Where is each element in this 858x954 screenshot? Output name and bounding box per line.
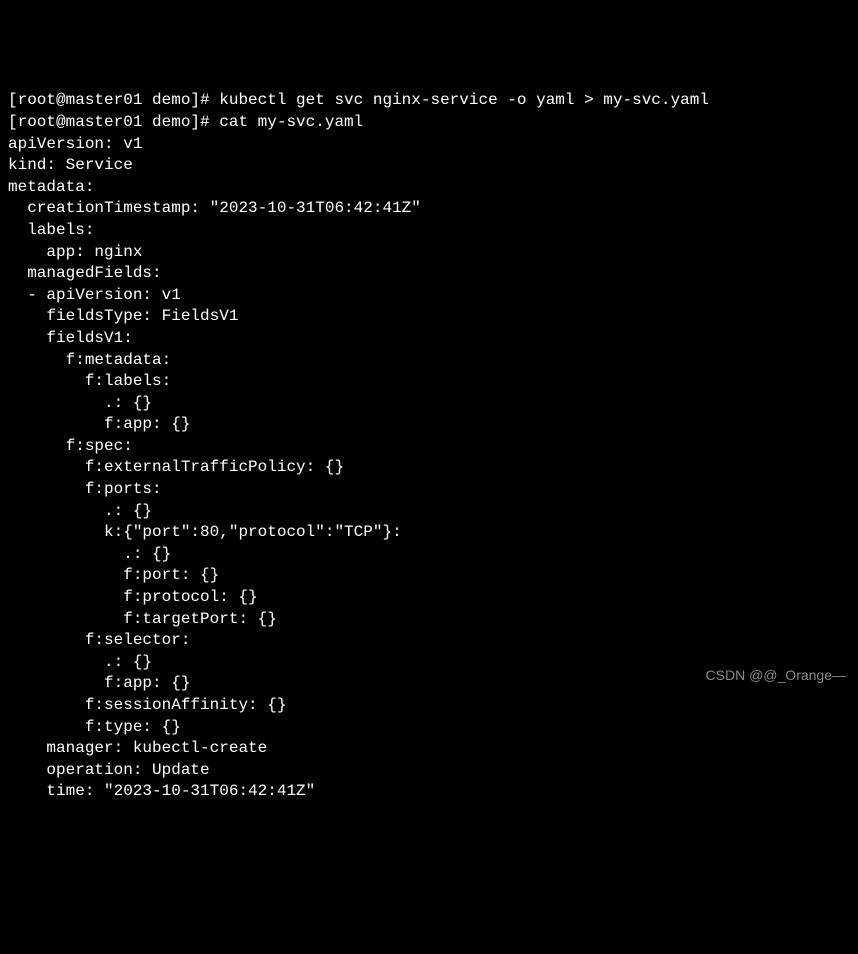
terminal-line: manager: kubectl-create (8, 738, 850, 760)
terminal-line: fieldsV1: (8, 328, 850, 350)
terminal-line: kind: Service (8, 155, 850, 177)
terminal-line: managedFields: (8, 263, 850, 285)
terminal-line: .: {} (8, 544, 850, 566)
terminal-output[interactable]: [root@master01 demo]# kubectl get svc ng… (8, 90, 850, 803)
terminal-line: f:labels: (8, 371, 850, 393)
terminal-line: f:ports: (8, 479, 850, 501)
terminal-line: f:metadata: (8, 350, 850, 372)
terminal-line: - apiVersion: v1 (8, 285, 850, 307)
terminal-line: metadata: (8, 177, 850, 199)
terminal-line: apiVersion: v1 (8, 134, 850, 156)
terminal-line: labels: (8, 220, 850, 242)
terminal-line: f:spec: (8, 436, 850, 458)
watermark-text: CSDN @@_Orange— (706, 666, 846, 685)
terminal-line: operation: Update (8, 760, 850, 782)
terminal-line: f:selector: (8, 630, 850, 652)
terminal-line: [root@master01 demo]# cat my-svc.yaml (8, 112, 850, 134)
terminal-line: [root@master01 demo]# kubectl get svc ng… (8, 90, 850, 112)
terminal-line: time: "2023-10-31T06:42:41Z" (8, 781, 850, 803)
terminal-line: f:type: {} (8, 717, 850, 739)
terminal-line: .: {} (8, 393, 850, 415)
terminal-line: f:protocol: {} (8, 587, 850, 609)
terminal-line: k:{"port":80,"protocol":"TCP"}: (8, 522, 850, 544)
terminal-line: f:app: {} (8, 414, 850, 436)
terminal-line: creationTimestamp: "2023-10-31T06:42:41Z… (8, 198, 850, 220)
terminal-line: fieldsType: FieldsV1 (8, 306, 850, 328)
terminal-line: f:port: {} (8, 565, 850, 587)
terminal-line: .: {} (8, 501, 850, 523)
terminal-line: f:externalTrafficPolicy: {} (8, 457, 850, 479)
terminal-line: f:targetPort: {} (8, 609, 850, 631)
terminal-line: app: nginx (8, 242, 850, 264)
terminal-line: f:sessionAffinity: {} (8, 695, 850, 717)
